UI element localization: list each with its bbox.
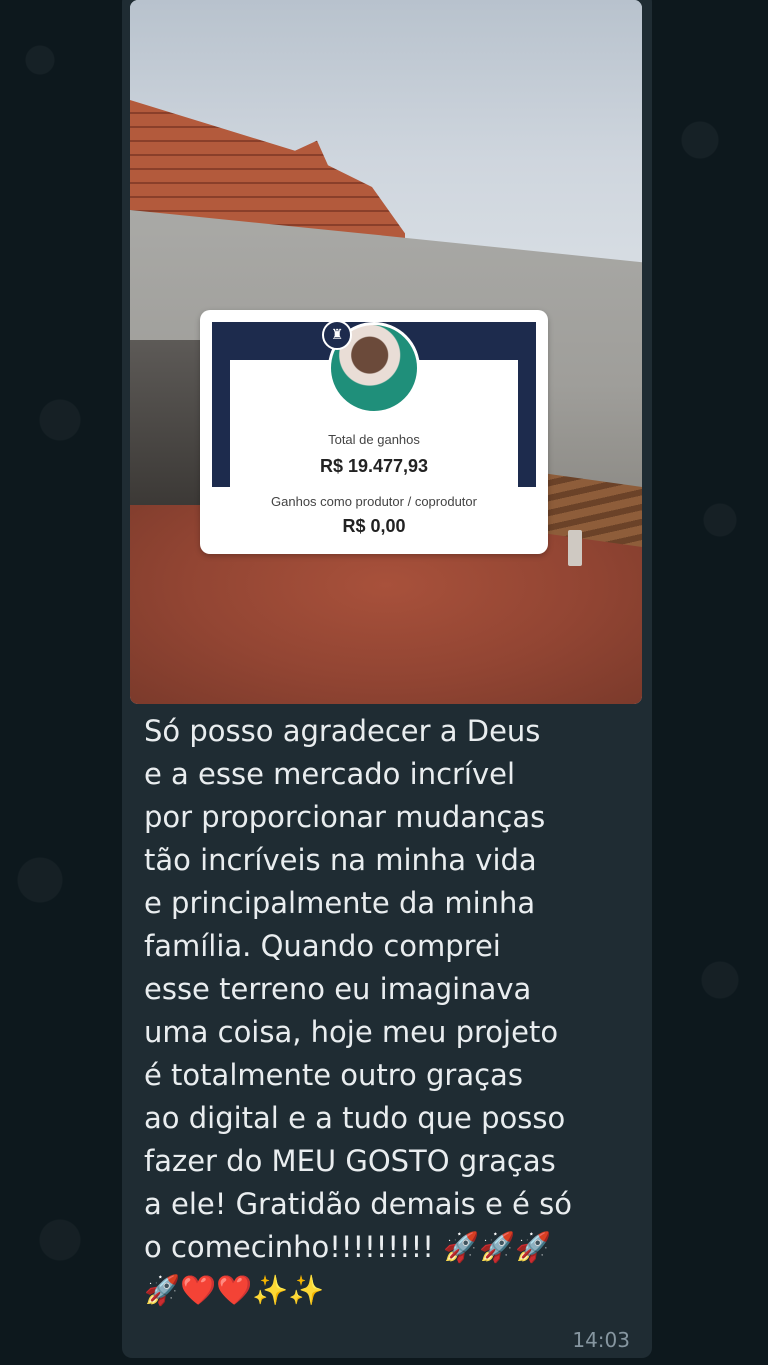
message-timestamp: 14:03 [572, 1328, 630, 1352]
message-photo[interactable]: ♜ Total de ganhos R$ 19.477,93 Ganhos co… [130, 0, 642, 704]
producer-earnings-value: R$ 0,00 [342, 516, 406, 536]
total-earnings-value: R$ 19.477,93 [319, 456, 429, 476]
message-bubble[interactable]: ♜ Total de ganhos R$ 19.477,93 Ganhos co… [122, 0, 652, 1358]
message-text: Só posso agradecer a Deus e a esse merca… [144, 714, 572, 1307]
producer-earnings-label: Ganhos como produtor / coprodutor [271, 494, 477, 509]
photo-debris [130, 340, 210, 510]
earnings-card: ♜ Total de ganhos R$ 19.477,93 Ganhos co… [200, 310, 548, 554]
photo-post [568, 530, 582, 566]
tower-badge-icon: ♜ [322, 320, 352, 350]
total-earnings-label: Total de ganhos [328, 432, 420, 447]
